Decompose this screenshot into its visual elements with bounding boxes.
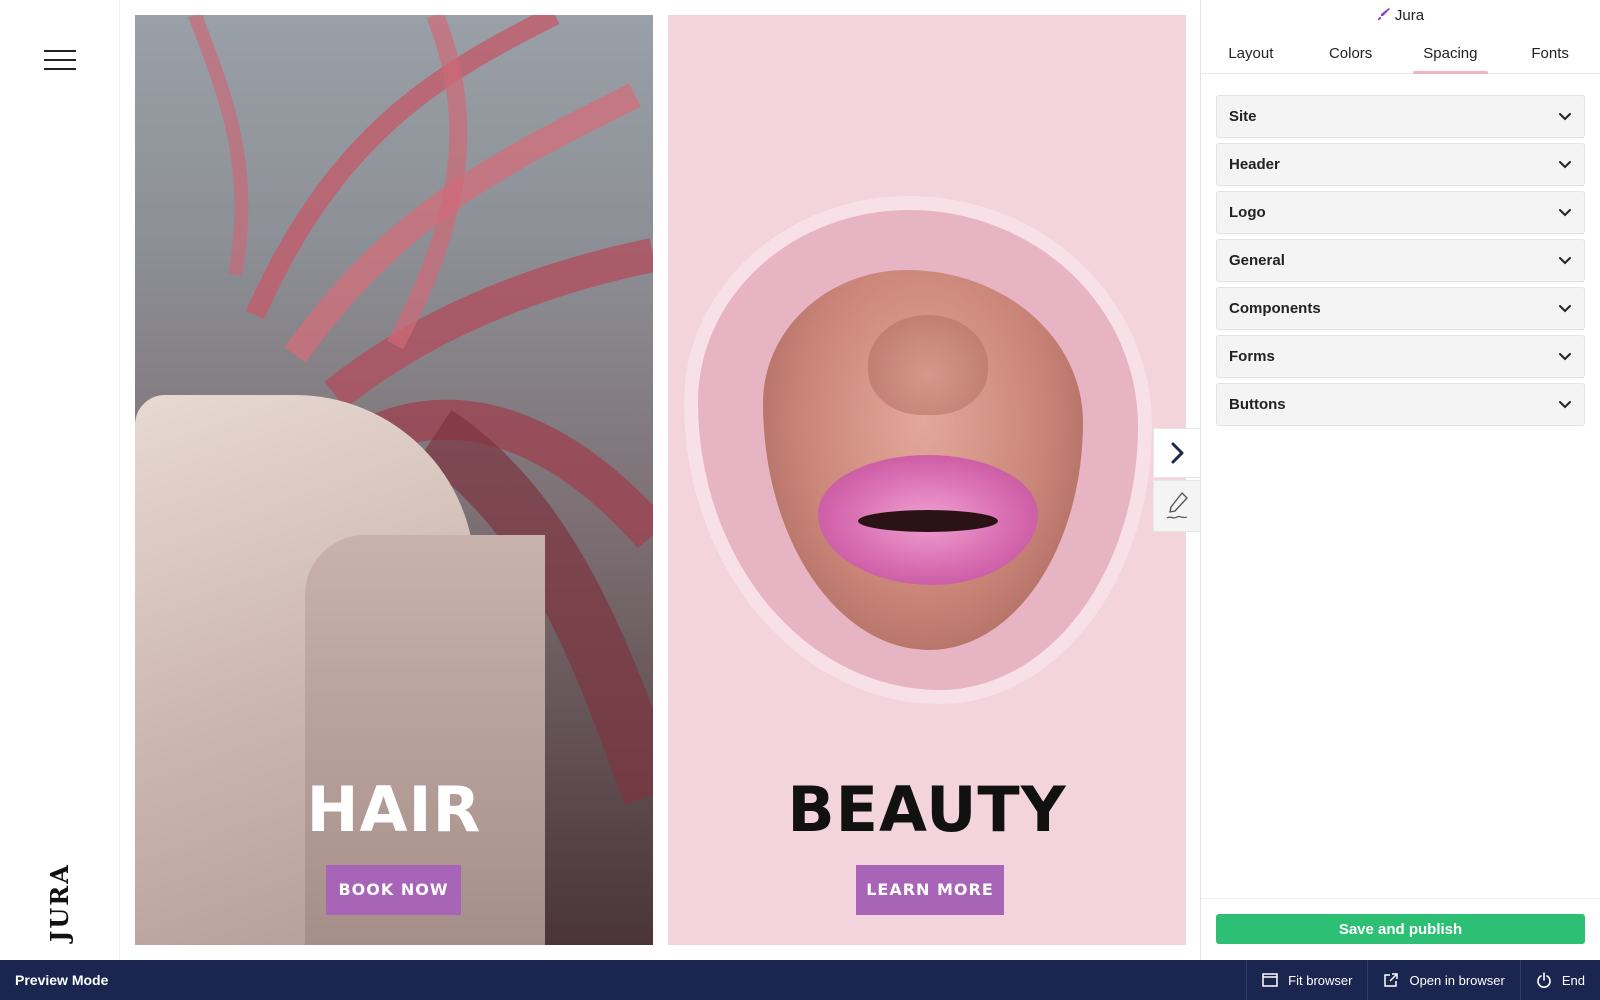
section-forms[interactable]: Forms	[1216, 335, 1585, 378]
theme-name-text: Jura	[1394, 7, 1425, 24]
hair-panel: HAIR BOOK NOW	[135, 15, 653, 945]
chevron-down-icon	[1559, 208, 1571, 216]
open-in-browser-label: Open in browser	[1409, 972, 1505, 988]
site-left-rail: JURA	[0, 0, 120, 960]
section-label: Forms	[1229, 348, 1275, 365]
book-now-button[interactable]: BOOK NOW	[326, 865, 461, 915]
site-logo-text: JURA	[45, 863, 74, 942]
mouth-shape	[858, 510, 998, 532]
section-buttons[interactable]: Buttons	[1216, 383, 1585, 426]
section-label: Components	[1229, 300, 1321, 317]
section-label: Site	[1229, 108, 1257, 125]
chevron-down-icon	[1559, 400, 1571, 408]
preview-mode-label: Preview Mode	[15, 972, 109, 988]
section-logo[interactable]: Logo	[1216, 191, 1585, 234]
bottom-bar-actions: Fit browser Open in browser End	[1246, 960, 1600, 1000]
beauty-panel: BEAUTY LEARN MORE	[668, 15, 1186, 945]
hair-title: HAIR	[306, 773, 482, 846]
external-link-icon	[1384, 973, 1399, 987]
section-label: Logo	[1229, 204, 1266, 221]
section-label: Header	[1229, 156, 1280, 173]
chevron-down-icon	[1559, 112, 1571, 120]
chevron-right-icon	[1171, 442, 1183, 464]
brush-icon	[1377, 8, 1390, 20]
end-preview-button[interactable]: End	[1519, 960, 1600, 1000]
hamburger-menu-icon[interactable]	[44, 50, 76, 72]
fit-browser-button[interactable]: Fit browser	[1246, 960, 1367, 1000]
collapse-sidebar-button[interactable]	[1153, 428, 1201, 478]
section-components[interactable]: Components	[1216, 287, 1585, 330]
nose-shape	[868, 315, 988, 415]
settings-accordion: Site Header Logo General Components Form…	[1216, 95, 1585, 431]
tab-layout[interactable]: Layout	[1201, 34, 1301, 73]
fit-browser-label: Fit browser	[1288, 972, 1353, 988]
power-icon	[1537, 972, 1551, 988]
chevron-down-icon	[1559, 304, 1571, 312]
chevron-down-icon	[1559, 160, 1571, 168]
section-label: General	[1229, 252, 1285, 269]
section-header[interactable]: Header	[1216, 143, 1585, 186]
save-and-publish-button[interactable]: Save and publish	[1216, 914, 1585, 944]
learn-more-button[interactable]: LEARN MORE	[856, 865, 1004, 915]
edit-toggle-button[interactable]	[1153, 480, 1201, 532]
tab-spacing[interactable]: Spacing	[1401, 34, 1501, 74]
beauty-title: BEAUTY	[787, 773, 1067, 846]
sidebar-footer: Save and publish	[1201, 898, 1600, 960]
customizer-sidebar: Jura Layout Colors Spacing Fonts Site He…	[1200, 0, 1600, 960]
window-icon	[1262, 973, 1278, 987]
end-label: End	[1561, 972, 1585, 988]
theme-name: Jura	[1201, 5, 1600, 27]
section-general[interactable]: General	[1216, 239, 1585, 282]
section-label: Buttons	[1229, 396, 1286, 413]
bottom-bar: Preview Mode Fit browser Open in browser…	[0, 960, 1600, 1000]
customizer-tabs: Layout Colors Spacing Fonts	[1201, 34, 1600, 74]
site-logo[interactable]: JURA	[45, 862, 76, 942]
section-site[interactable]: Site	[1216, 95, 1585, 138]
pen-icon	[1166, 492, 1188, 519]
tab-fonts[interactable]: Fonts	[1500, 34, 1600, 73]
open-in-browser-button[interactable]: Open in browser	[1367, 960, 1519, 1000]
chevron-down-icon	[1559, 256, 1571, 264]
chevron-down-icon	[1559, 352, 1571, 360]
tab-colors[interactable]: Colors	[1301, 34, 1401, 73]
